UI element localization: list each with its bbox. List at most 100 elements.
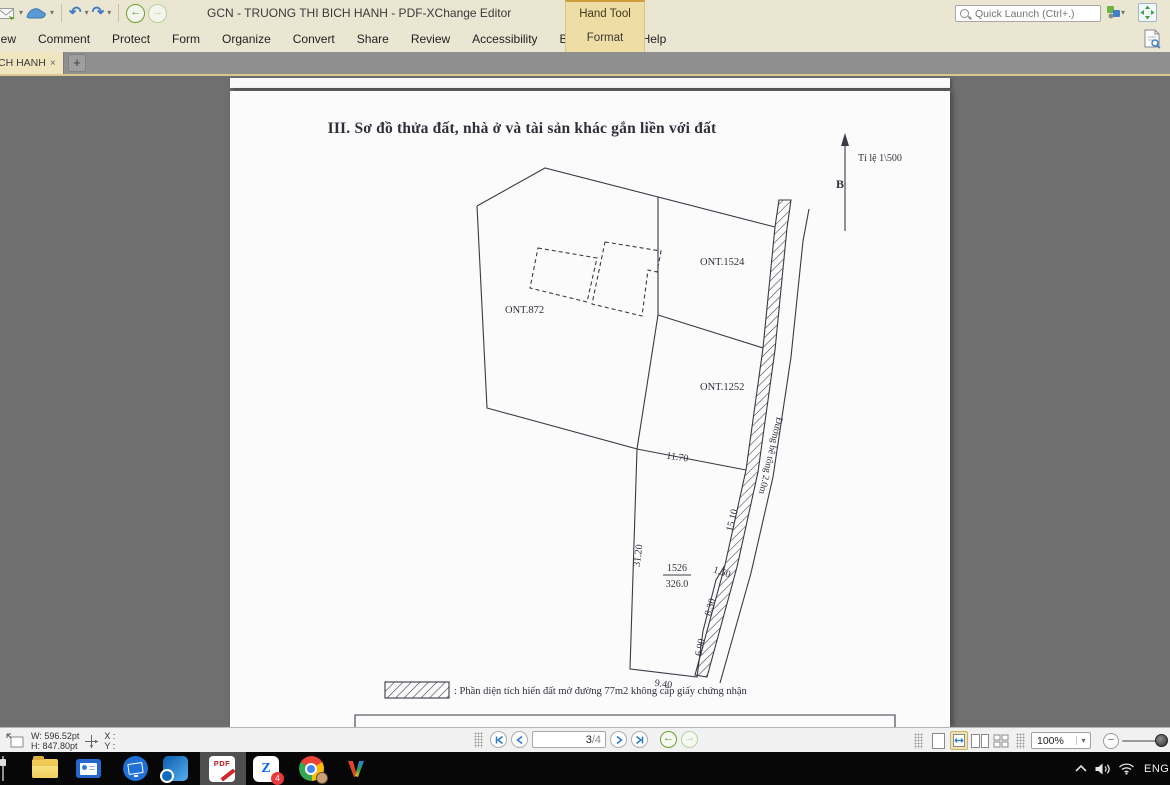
document-viewport: III. Sơ đồ thửa đất, nhà ở và tài sản kh… — [0, 76, 1170, 727]
north-arrow-head — [841, 133, 849, 146]
document-tab-active[interactable]: CH HANH × — [0, 52, 64, 74]
tab-hand-tool[interactable]: Hand Tool — [566, 8, 644, 20]
search-icon — [960, 9, 969, 18]
monitor-icon — [123, 756, 148, 781]
menu-share[interactable]: Share — [346, 26, 400, 52]
first-page-button[interactable] — [490, 731, 507, 748]
taskbar-contacts-app[interactable] — [65, 752, 111, 785]
menu-comment[interactable]: Comment — [27, 26, 101, 52]
menu-form[interactable]: Form — [161, 26, 211, 52]
new-tab-button[interactable]: + — [68, 54, 86, 72]
stamp-tool-icon[interactable] — [26, 2, 47, 24]
quick-launch-box[interactable] — [955, 5, 1101, 22]
single-page-view-button[interactable] — [929, 731, 947, 750]
taskbar-edge-slider[interactable] — [2, 756, 4, 781]
document-search-icon — [1144, 29, 1162, 49]
zoom-level-dropdown[interactable]: 100% ▾ — [1031, 732, 1091, 749]
menu-protect[interactable]: Protect — [101, 26, 161, 52]
parcel-left-bottom-edges — [477, 206, 746, 470]
window-title: GCN - TRUONG THI BICH HANH - PDF-XChange… — [207, 0, 511, 26]
tab-close-icon[interactable]: × — [50, 58, 56, 69]
pdf-icon-label: PDF — [209, 759, 235, 768]
toolbar-grip[interactable] — [474, 732, 483, 748]
tab-format[interactable]: Format — [566, 32, 644, 44]
page-number-input[interactable]: 3/4 — [532, 731, 606, 748]
zalo-icon: Z 4 — [253, 756, 279, 782]
previous-page-edge — [230, 78, 950, 88]
tray-language-indicator[interactable]: ENG — [1144, 763, 1169, 775]
ui-options-caret[interactable]: ▾ — [1121, 5, 1125, 20]
taskbar-file-explorer[interactable] — [22, 752, 68, 785]
quick-launch-input[interactable] — [973, 7, 1097, 21]
menu-accessibility[interactable]: Accessibility — [461, 26, 548, 52]
tool-tabs-box: Hand Tool Format — [565, 0, 645, 52]
redo-icon[interactable]: ↷ — [92, 2, 105, 24]
pdf-pencil-glyph — [220, 768, 235, 781]
road-far-edge — [720, 209, 809, 683]
last-page-button[interactable] — [631, 731, 648, 748]
toolbar-separator — [61, 4, 62, 22]
multi-page-view-button[interactable] — [992, 731, 1010, 750]
legend-hatch-box — [385, 682, 449, 698]
fit-width-view-button[interactable] — [950, 731, 968, 750]
undo-icon[interactable]: ↶ — [69, 2, 82, 24]
contact-card-icon — [76, 759, 101, 778]
parcel-label-1252: ONT.1252 — [700, 382, 744, 393]
windows-taskbar: PDF Z 4 ENG — [0, 752, 1170, 785]
legend-text: : Phần diện tích hiến đất mở đường 77m2 … — [454, 686, 748, 697]
page-size-icon — [6, 733, 26, 750]
zoom-slider-knob[interactable] — [1155, 734, 1168, 747]
parcel-label-872: ONT.872 — [505, 305, 544, 316]
zoom-dropdown-caret[interactable]: ▾ — [1076, 736, 1090, 745]
menu-organize[interactable]: Organize — [211, 26, 282, 52]
taskbar-v-app[interactable] — [333, 752, 379, 785]
parcel-label-1524: ONT.1524 — [700, 257, 745, 268]
cursor-x-label: X : — [104, 731, 115, 741]
previous-page-button[interactable] — [511, 731, 528, 748]
taskbar-outlook[interactable] — [152, 752, 198, 785]
undo-dropdown-caret[interactable]: ▾ — [85, 0, 89, 26]
view-back-button[interactable]: ← — [660, 731, 677, 748]
page-width-label: W: 596.52pt — [31, 731, 79, 741]
north-label: B — [836, 177, 844, 191]
tray-show-hidden-icons[interactable] — [1072, 763, 1090, 774]
toolbar-grip[interactable] — [914, 733, 923, 749]
taskbar-zalo[interactable]: Z 4 — [243, 752, 289, 785]
pdf-xchange-icon: PDF — [209, 756, 235, 782]
taskbar-pdf-xchange[interactable]: PDF — [199, 752, 245, 785]
building-a — [530, 248, 597, 302]
next-page-button[interactable] — [610, 731, 627, 748]
ui-options-icon — [1106, 5, 1121, 20]
cursor-position-icon — [84, 734, 99, 749]
status-bar: W: 596.52pt H: 847.80pt X : Y : 3/4 ← — [0, 727, 1170, 752]
history-back-button[interactable]: ← — [126, 4, 145, 23]
two-page-view-button[interactable] — [971, 731, 989, 750]
zalo-letter: Z — [261, 761, 270, 777]
find-in-document-button[interactable] — [1144, 29, 1162, 54]
document-tab-label: CH HANH — [0, 57, 46, 69]
menu-review[interactable]: Review — [400, 26, 461, 52]
ui-options-button[interactable]: ▾ — [1106, 5, 1125, 20]
v-app-icon — [344, 757, 368, 781]
tray-volume-icon[interactable] — [1090, 762, 1114, 776]
email-dropdown-caret[interactable]: ▾ — [19, 0, 23, 26]
fullscreen-icon — [1140, 5, 1155, 20]
menu-convert[interactable]: Convert — [282, 26, 346, 52]
lot-area: 326.0 — [666, 579, 689, 590]
zoom-out-button[interactable]: − — [1103, 733, 1119, 749]
taskbar-chrome[interactable] — [288, 752, 334, 785]
view-forward-button[interactable]: → — [681, 731, 698, 748]
menu-view[interactable]: iew — [0, 26, 27, 52]
page-height-label: H: 847.80pt — [31, 741, 79, 751]
pdf-page: III. Sơ đồ thửa đất, nhà ở và tài sản kh… — [230, 91, 950, 727]
email-icon[interactable] — [0, 2, 16, 24]
redo-dropdown-caret[interactable]: ▾ — [107, 0, 111, 26]
cursor-y-label: Y : — [104, 741, 115, 751]
document-tab-bar: CH HANH × + — [0, 52, 1170, 74]
stamp-dropdown-caret[interactable]: ▾ — [50, 0, 54, 26]
toolbar-grip[interactable] — [1016, 733, 1025, 749]
tray-wifi-icon[interactable] — [1114, 762, 1138, 775]
history-forward-button[interactable]: → — [148, 4, 167, 23]
fullscreen-button[interactable] — [1138, 3, 1157, 22]
lot-number: 1526 — [667, 563, 687, 574]
